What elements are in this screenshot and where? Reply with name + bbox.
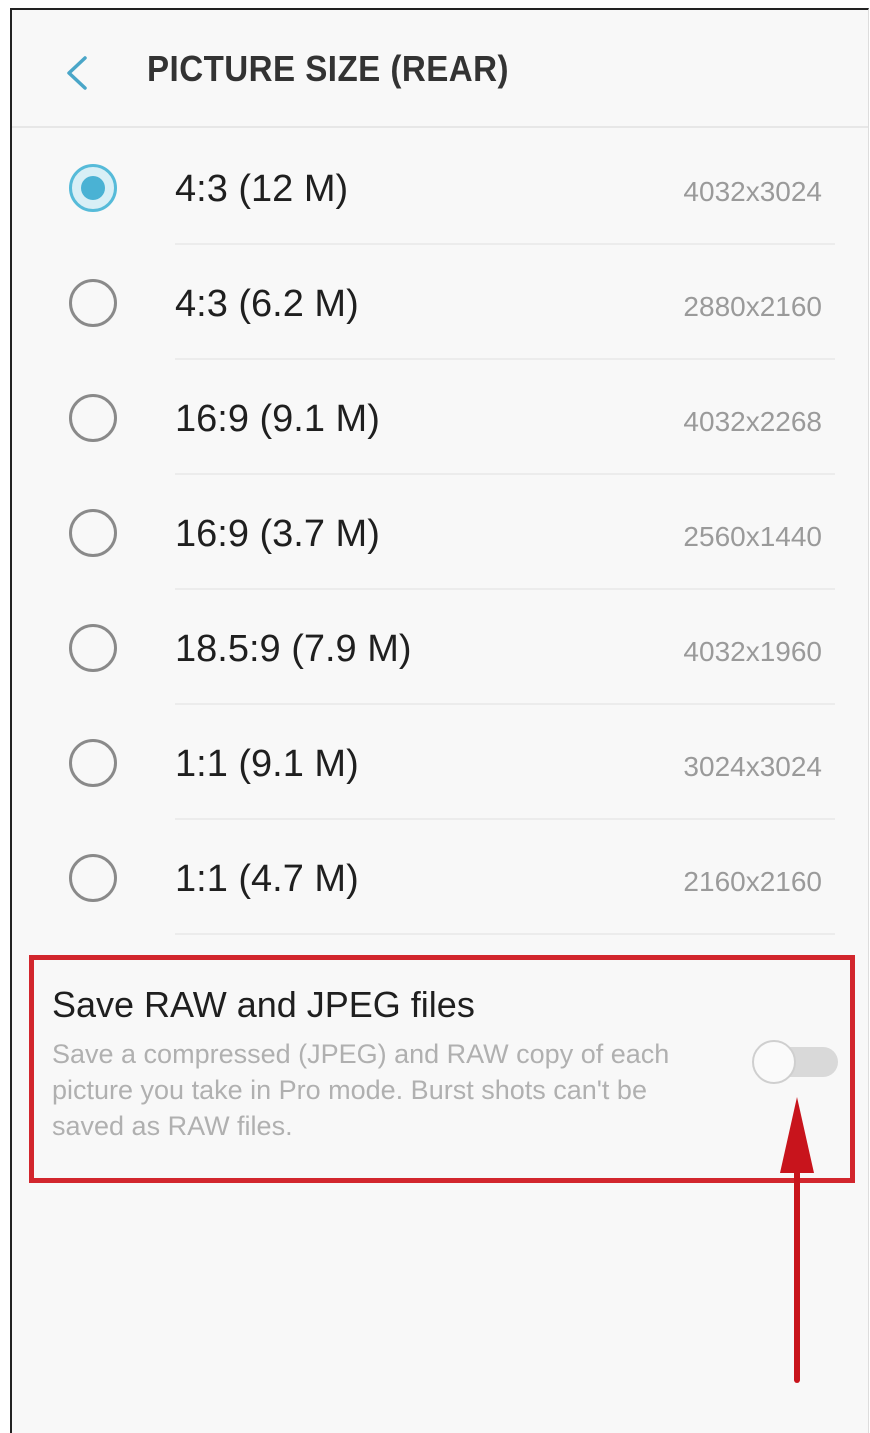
settings-screen: PICTURE SIZE (REAR) 4:3 (12 M) 4032x3024… [10, 8, 869, 1433]
option-label: 1:1 (9.1 M) [175, 743, 359, 785]
picture-size-option[interactable]: 4:3 (6.2 M) 2880x2160 [12, 245, 868, 360]
picture-size-option[interactable]: 1:1 (9.1 M) 3024x3024 [12, 705, 868, 820]
option-resolution: 4032x1960 [683, 636, 822, 667]
radio-button[interactable] [69, 394, 117, 442]
radio-button[interactable] [69, 854, 117, 902]
option-label: 16:9 (3.7 M) [175, 513, 380, 555]
save-raw-toggle[interactable] [752, 1038, 840, 1084]
option-label: 16:9 (9.1 M) [175, 398, 380, 440]
arrow-up-icon [772, 1095, 822, 1385]
picture-size-option[interactable]: 16:9 (9.1 M) 4032x2268 [12, 360, 868, 475]
option-resolution: 4032x2268 [683, 406, 822, 437]
picture-size-option[interactable]: 1:1 (4.7 M) 2160x2160 [12, 820, 868, 935]
toggle-knob [752, 1040, 796, 1084]
setting-title: Save RAW and JPEG files [52, 984, 475, 1025]
option-label: 1:1 (4.7 M) [175, 858, 359, 900]
save-raw-setting-highlight: Save RAW and JPEG files Save a compresse… [29, 955, 855, 1183]
radio-button[interactable] [69, 279, 117, 327]
app-bar: PICTURE SIZE (REAR) [12, 10, 868, 128]
setting-description: Save a compressed (JPEG) and RAW copy of… [52, 1039, 670, 1141]
radio-button[interactable] [69, 509, 117, 557]
option-label: 18.5:9 (7.9 M) [175, 628, 412, 670]
option-resolution: 2880x2160 [683, 291, 822, 322]
radio-button-selected[interactable] [69, 164, 117, 212]
option-label: 4:3 (12 M) [175, 168, 349, 210]
picture-size-option[interactable]: 18.5:9 (7.9 M) 4032x1960 [12, 590, 868, 705]
radio-button[interactable] [69, 624, 117, 672]
back-button[interactable] [57, 48, 97, 98]
picture-size-option[interactable]: 4:3 (12 M) 4032x3024 [12, 130, 868, 245]
picture-size-option[interactable]: 16:9 (3.7 M) 2560x1440 [12, 475, 868, 590]
option-resolution: 3024x3024 [683, 751, 822, 782]
radio-button[interactable] [69, 739, 117, 787]
chevron-left-icon [67, 56, 87, 90]
page-title: PICTURE SIZE (REAR) [147, 48, 510, 89]
option-resolution: 2160x2160 [683, 866, 822, 897]
option-label: 4:3 (6.2 M) [175, 283, 359, 325]
option-resolution: 4032x3024 [683, 176, 822, 207]
option-resolution: 2560x1440 [683, 521, 822, 552]
radio-dot [81, 176, 105, 200]
picture-size-list: 4:3 (12 M) 4032x3024 4:3 (6.2 M) 2880x21… [12, 130, 868, 935]
